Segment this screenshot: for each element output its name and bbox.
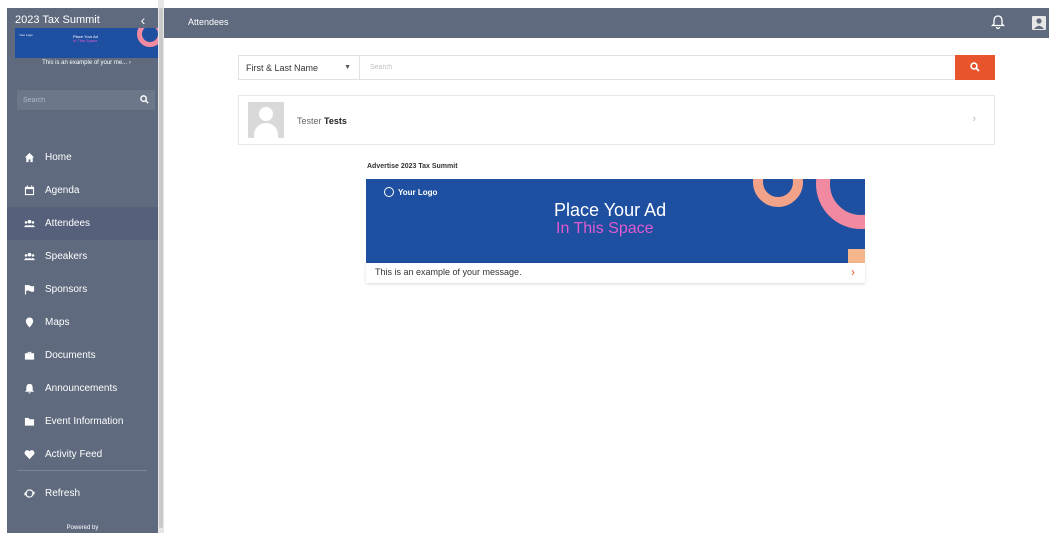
refresh-button[interactable]: Refresh <box>7 477 158 510</box>
scrollbar-thumb[interactable] <box>159 8 163 528</box>
sidebar-ad-logo: Your Logo <box>19 33 33 37</box>
sidebar-item-sponsors[interactable]: Sponsors <box>7 273 158 306</box>
ad-message-bar[interactable]: This is an example of your message. › <box>366 263 865 283</box>
attendee-search-bar: First & Last Name ▼ <box>238 55 995 80</box>
avatar <box>248 102 284 138</box>
attendee-name: Tester Tests <box>297 116 347 126</box>
refresh-label: Refresh <box>45 488 81 499</box>
sidebar-ad-banner[interactable]: Your Logo Place Your Ad In This Space <box>15 28 158 58</box>
sidebar-item-label: Sponsors <box>45 284 88 295</box>
ad-decoration-ring <box>816 179 865 229</box>
search-field-select[interactable]: First & Last Name ▼ <box>239 56 360 79</box>
logo-ring-icon <box>384 187 394 197</box>
home-icon <box>23 152 35 163</box>
sidebar-ad-line2: In This Space <box>73 38 98 43</box>
sidebar-item-label: Documents <box>45 350 96 361</box>
sidebar-ad-decoration <box>137 28 158 47</box>
refresh-icon <box>23 488 35 499</box>
attendee-search-input[interactable] <box>370 60 930 75</box>
sidebar-item-label: Speakers <box>45 251 88 262</box>
page-title: Attendees <box>188 17 229 27</box>
sidebar-item-label: Announcements <box>45 383 118 394</box>
sidebar-search <box>17 90 155 110</box>
advertise-label: Advertise 2023 Tax Summit <box>367 163 458 170</box>
heart-icon <box>23 449 35 460</box>
sidebar-item-label: Activity Feed <box>45 449 103 460</box>
avatar-body <box>254 123 278 138</box>
folder-icon <box>23 416 35 427</box>
user-icon[interactable] <box>1032 16 1046 30</box>
sidebar-refresh: Refresh <box>7 477 158 510</box>
powered-by: Powered by <box>66 525 99 531</box>
sidebar-search-input[interactable] <box>23 96 123 104</box>
sidebar-item-agenda[interactable]: Agenda <box>7 174 158 207</box>
users-icon <box>23 251 35 262</box>
ad-banner[interactable]: Your Logo Place Your Ad In This Space <box>366 179 865 263</box>
app-frame: 2023 Tax Summit ‹ Your Logo Place Your A… <box>0 0 1049 533</box>
sidebar-item-label: Agenda <box>45 185 80 196</box>
sidebar-nav: Home Agenda Attendees Speakers Sponsors … <box>7 141 158 471</box>
ad-subheadline: In This Space <box>556 220 654 237</box>
caret-down-icon: ▼ <box>344 64 351 71</box>
chevron-right-icon: › <box>972 113 976 125</box>
briefcase-icon <box>23 350 35 361</box>
sidebar-item-label: Event Information <box>45 416 124 427</box>
ad-logo-text: Your Logo <box>398 187 438 197</box>
sidebar-item-label: Attendees <box>45 218 91 229</box>
ad-logo: Your Logo <box>384 187 437 197</box>
ad-headline: Place Your Ad <box>554 200 667 220</box>
ad-decoration-arc <box>753 179 803 207</box>
ad-message: This is an example of your message. <box>375 267 522 277</box>
chevron-left-icon[interactable]: ‹ <box>136 12 150 28</box>
attendee-first-name: Tester <box>297 116 322 126</box>
avatar-head <box>259 107 273 121</box>
search-button[interactable] <box>955 55 995 80</box>
sidebar-divider <box>17 470 147 471</box>
flag-icon <box>23 284 35 295</box>
sidebar-item-speakers[interactable]: Speakers <box>7 240 158 273</box>
sidebar-item-label: Home <box>45 152 72 163</box>
map-pin-icon <box>23 317 35 328</box>
sidebar-scrollbar[interactable] <box>158 0 164 533</box>
sidebar-item-maps[interactable]: Maps <box>7 306 158 339</box>
search-icon <box>970 59 980 77</box>
sidebar: 2023 Tax Summit ‹ Your Logo Place Your A… <box>7 8 158 533</box>
search-field-selected: First & Last Name <box>246 62 319 73</box>
sidebar-item-home[interactable]: Home <box>7 141 158 174</box>
search-icon[interactable] <box>140 94 149 106</box>
event-title: 2023 Tax Summit <box>15 14 100 26</box>
sidebar-ad-message[interactable]: This is an example of your me... › <box>15 60 158 66</box>
sidebar-item-announcements[interactable]: Announcements <box>7 372 158 405</box>
sidebar-item-attendees[interactable]: Attendees <box>7 207 158 240</box>
users-icon <box>23 218 35 229</box>
top-bar: Attendees <box>164 8 1049 38</box>
bell-icon <box>23 383 35 394</box>
sidebar-item-label: Maps <box>45 317 70 328</box>
chevron-right-icon: › <box>851 265 855 279</box>
sidebar-item-documents[interactable]: Documents <box>7 339 158 372</box>
list-item[interactable]: Tester Tests › <box>238 95 995 145</box>
calendar-icon <box>23 185 35 196</box>
bell-icon[interactable] <box>990 14 1006 30</box>
sidebar-item-activity-feed[interactable]: Activity Feed <box>7 438 158 471</box>
attendee-last-name: Tests <box>324 116 347 126</box>
sidebar-item-event-information[interactable]: Event Information <box>7 405 158 438</box>
ad-decoration-corner <box>848 249 865 263</box>
